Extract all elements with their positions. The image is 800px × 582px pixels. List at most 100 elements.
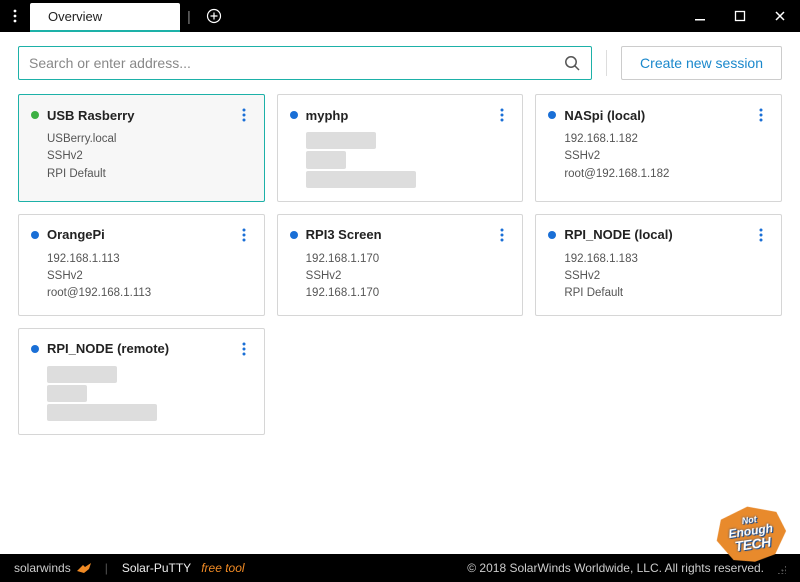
session-detail-line: 192.168.1.182 [564, 131, 769, 148]
session-card[interactable]: NASpi (local)192.168.1.182SSHv2root@192.… [535, 94, 782, 202]
session-detail-line [306, 131, 511, 150]
session-title: OrangePi [47, 227, 228, 242]
toolbar: Create new session [18, 46, 782, 80]
session-title: NASpi (local) [564, 108, 745, 123]
status-dot-icon [548, 111, 556, 119]
status-dot-icon [31, 231, 39, 239]
minimize-icon [694, 10, 706, 22]
session-menu-button[interactable] [236, 339, 252, 359]
session-card-header: RPI_NODE (remote) [31, 339, 252, 359]
vertical-dots-icon [242, 342, 246, 356]
status-dot-icon [31, 111, 39, 119]
session-title: myphp [306, 108, 487, 123]
vertical-dots-icon [500, 108, 504, 122]
session-menu-button[interactable] [494, 225, 510, 245]
vertical-dots-icon [759, 228, 763, 242]
session-detail-line: 192.168.1.113 [47, 251, 252, 268]
session-card-header: OrangePi [31, 225, 252, 245]
vertical-dots-icon [500, 228, 504, 242]
maximize-icon [734, 10, 746, 22]
session-detail-line [47, 365, 252, 384]
minimize-button[interactable] [680, 0, 720, 32]
session-detail-line: root@192.168.1.182 [564, 166, 769, 183]
app-suffix: free tool [201, 561, 244, 575]
session-menu-button[interactable] [236, 225, 252, 245]
tab-label: Overview [48, 9, 102, 24]
session-detail-line [306, 170, 511, 189]
session-card-header: NASpi (local) [548, 105, 769, 125]
session-details: USBerry.localSSHv2RPI Default [31, 131, 252, 183]
create-new-session-button[interactable]: Create new session [621, 46, 782, 80]
session-menu-button[interactable] [494, 105, 510, 125]
search-input[interactable] [29, 55, 563, 71]
statusbar: solarwinds | Solar-PuTTY free tool © 201… [0, 554, 800, 582]
session-detail-line: SSHv2 [47, 148, 252, 165]
create-new-session-label: Create new session [640, 55, 763, 71]
session-details: 192.168.1.170SSHv2192.168.1.170 [290, 251, 511, 303]
session-detail-line: root@192.168.1.113 [47, 285, 252, 302]
session-card[interactable]: OrangePi 192.168.1.113SSHv2root@192.168.1… [18, 214, 265, 316]
search-field-wrap[interactable] [18, 46, 592, 80]
session-card[interactable]: RPI_NODE (local) 192.168.1.183SSHv2RPI De… [535, 214, 782, 316]
session-card-header: RPI_NODE (local) [548, 225, 769, 245]
titlebar-spacer[interactable] [230, 0, 680, 32]
session-detail-line: RPI Default [564, 285, 769, 302]
brand-separator: | [105, 561, 108, 575]
session-detail-line [306, 150, 511, 169]
session-grid: USB RasberryUSBerry.localSSHv2RPI Defaul… [18, 94, 782, 435]
status-dot-icon [548, 231, 556, 239]
brand-name: solarwinds [14, 561, 71, 575]
status-dot-icon [290, 231, 298, 239]
session-card[interactable]: myphp [277, 94, 524, 202]
app-menu-button[interactable] [0, 0, 30, 32]
plus-circle-icon [206, 8, 222, 24]
brand-logo-icon [77, 563, 91, 573]
session-detail-line: 192.168.1.183 [564, 251, 769, 268]
session-detail-line: SSHv2 [564, 268, 769, 285]
session-menu-button[interactable] [236, 105, 252, 125]
session-detail-line: SSHv2 [306, 268, 511, 285]
session-details [31, 365, 252, 423]
copyright-text: © 2018 SolarWinds Worldwide, LLC. All ri… [467, 561, 764, 575]
tab-overview[interactable]: Overview [30, 3, 180, 32]
maximize-button[interactable] [720, 0, 760, 32]
vertical-dots-icon [242, 108, 246, 122]
session-details [290, 131, 511, 189]
status-dot-icon [290, 111, 298, 119]
toolbar-divider [606, 50, 607, 76]
session-details: 192.168.1.183SSHv2RPI Default [548, 251, 769, 303]
session-title: RPI_NODE (remote) [47, 341, 228, 356]
session-detail-line: RPI Default [47, 166, 252, 183]
session-card-header: RPI3 Screen [290, 225, 511, 245]
vertical-dots-icon [9, 9, 21, 23]
session-detail-line: 192.168.1.170 [306, 285, 511, 302]
session-card-header: USB Rasberry [31, 105, 252, 125]
main-content: Create new session USB Rasberry USBerry.l… [0, 32, 800, 554]
session-title: USB Rasberry [47, 108, 228, 123]
session-card[interactable]: USB Rasberry USBerry.localSSHv2RPI Defaul… [18, 94, 265, 202]
vertical-dots-icon [242, 228, 246, 242]
new-tab-button[interactable] [198, 0, 230, 32]
brand-block: solarwinds | Solar-PuTTY free tool [14, 561, 245, 575]
session-details: 192.168.1.113SSHv2root@192.168.1.113 [31, 251, 252, 303]
app-name: Solar-PuTTY [122, 561, 191, 575]
resize-grip[interactable] [774, 562, 786, 574]
session-card[interactable]: RPI3 Screen 192.168.1.170SSHv2192.168.1.1… [277, 214, 524, 316]
session-detail-line [47, 384, 252, 403]
session-detail-line [47, 403, 252, 422]
search-icon [563, 54, 581, 72]
close-icon [774, 10, 786, 22]
close-button[interactable] [760, 0, 800, 32]
session-detail-line: SSHv2 [47, 268, 252, 285]
session-title: RPI_NODE (local) [564, 227, 745, 242]
status-dot-icon [31, 345, 39, 353]
session-detail-line: USBerry.local [47, 131, 252, 148]
session-card[interactable]: RPI_NODE (remote) [18, 328, 265, 436]
session-detail-line: 192.168.1.170 [306, 251, 511, 268]
session-menu-button[interactable] [753, 105, 769, 125]
session-title: RPI3 Screen [306, 227, 487, 242]
titlebar: Overview | [0, 0, 800, 32]
vertical-dots-icon [759, 108, 763, 122]
session-menu-button[interactable] [753, 225, 769, 245]
tab-separator: | [180, 0, 198, 32]
